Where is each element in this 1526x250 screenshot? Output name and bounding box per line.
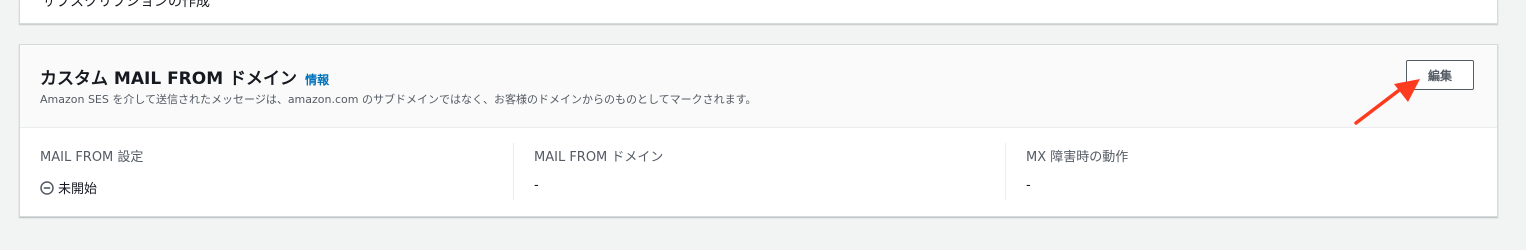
field-mail-from-domain: MAIL FROM ドメイン - <box>513 143 1004 200</box>
field-mail-from-setting: MAIL FROM 設定 未開始 <box>40 143 510 200</box>
annotation-arrow-icon <box>1354 79 1420 125</box>
status-not-started-icon <box>40 180 54 195</box>
previous-section-truncated-text: サブスクリプションの作成 <box>42 0 210 10</box>
status-text: 未開始 <box>58 182 98 197</box>
field-value: 未開始 <box>40 178 510 197</box>
panel-header: カスタム MAIL FROM ドメイン 情報 Amazon SES を介して送信… <box>20 45 1497 128</box>
field-value: - <box>1026 178 1031 193</box>
field-label: MAIL FROM 設定 <box>40 150 144 165</box>
field-value: - <box>534 178 539 193</box>
field-label: MAIL FROM ドメイン <box>534 150 664 165</box>
fields-grid: MAIL FROM 設定 未開始 MAIL FROM ドメイン - MX 障害時… <box>20 127 1497 216</box>
panel-title: カスタム MAIL FROM ドメイン <box>40 69 298 89</box>
custom-mail-from-domain-panel: カスタム MAIL FROM ドメイン 情報 Amazon SES を介して送信… <box>19 44 1498 217</box>
panel-description: Amazon SES を介して送信されたメッセージは、amazon.com のサ… <box>40 93 757 106</box>
info-link[interactable]: 情報 <box>305 71 329 88</box>
previous-section-card: サブスクリプションの作成 <box>19 0 1498 24</box>
title-row: カスタム MAIL FROM ドメイン 情報 <box>40 64 329 89</box>
field-mx-failure-behavior: MX 障害時の動作 - <box>1005 143 1486 200</box>
field-label: MX 障害時の動作 <box>1026 150 1129 165</box>
